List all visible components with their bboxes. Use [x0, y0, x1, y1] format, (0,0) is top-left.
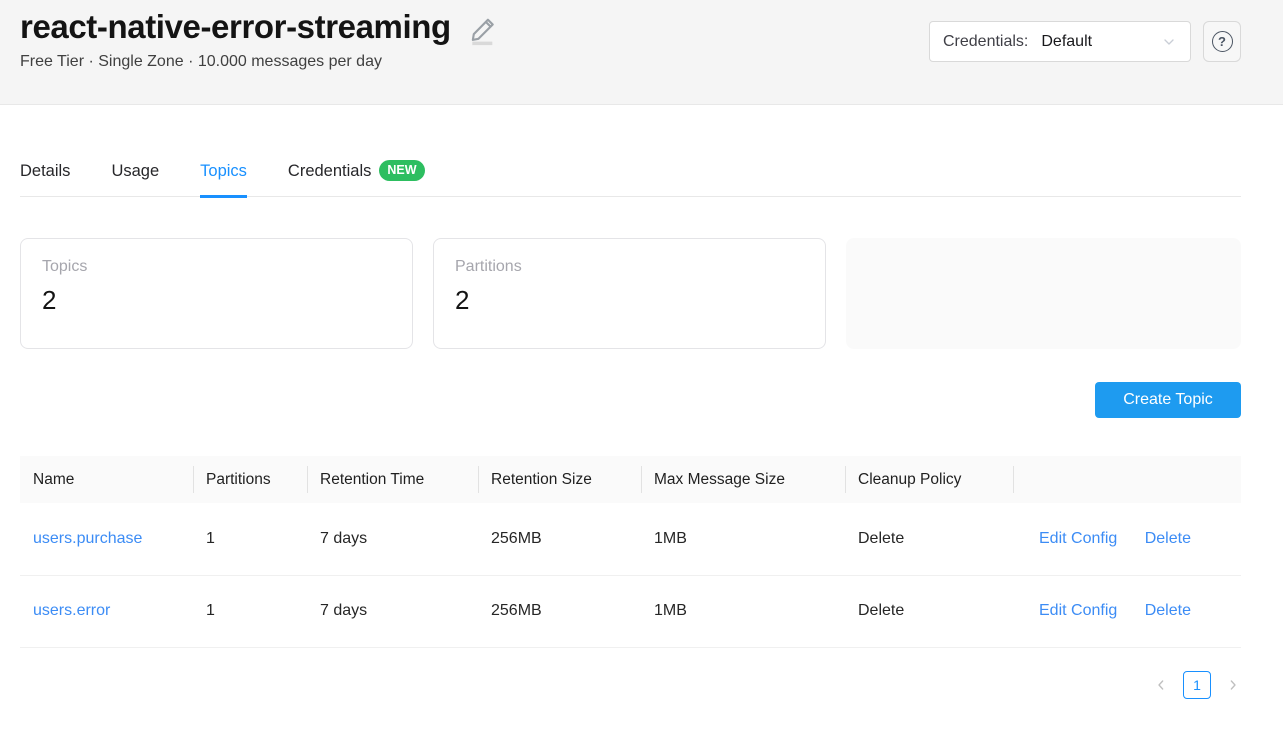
topic-name-link[interactable]: users.error: [33, 602, 110, 619]
cluster-subtitle: Free Tier · Single Zone · 10.000 message…: [20, 53, 499, 71]
table-row-users-error: users.error 1 7 days 256MB 1MB Delete Ed…: [20, 575, 1241, 647]
cell-partitions: 1: [193, 575, 307, 647]
topics-table-header: Name Partitions Retention Time Retention…: [20, 456, 1241, 503]
cell-partitions: 1: [193, 503, 307, 575]
cell-retention-time: 7 days: [307, 503, 478, 575]
stat-card-partitions: Partitions 2: [433, 238, 826, 349]
stat-partitions-value: 2: [455, 285, 804, 316]
tab-details-label: Details: [20, 162, 70, 181]
prev-page-icon[interactable]: [1153, 677, 1169, 693]
chevron-down-icon: [1161, 34, 1177, 50]
cell-cleanup-policy: Delete: [845, 575, 1013, 647]
cluster-header-right: Credentials: Default ?: [929, 21, 1241, 62]
main-content: Details Usage Topics Credentials NEW Top…: [0, 162, 1283, 699]
tab-details[interactable]: Details: [20, 162, 70, 198]
help-button[interactable]: ?: [1203, 21, 1241, 62]
cell-cleanup-policy: Delete: [845, 503, 1013, 575]
cell-retention-size: 256MB: [478, 575, 641, 647]
actions-row: Create Topic: [20, 382, 1241, 418]
tab-usage-label: Usage: [111, 162, 159, 181]
cell-retention-size: 256MB: [478, 503, 641, 575]
cluster-header-left: react-native-error-streaming Free Tier ·…: [20, 8, 499, 71]
next-page-icon[interactable]: [1225, 677, 1241, 693]
tab-topics[interactable]: Topics: [200, 162, 247, 198]
stat-card-topics: Topics 2: [20, 238, 413, 349]
column-header-max-message-size: Max Message Size: [641, 456, 845, 503]
cell-max-message-size: 1MB: [641, 575, 845, 647]
tab-credentials-label: Credentials: [288, 162, 371, 181]
delete-topic-link[interactable]: Delete: [1145, 602, 1191, 619]
tab-bar: Details Usage Topics Credentials NEW: [20, 162, 1241, 197]
column-header-actions: [1013, 456, 1241, 503]
column-header-retention-size: Retention Size: [478, 456, 641, 503]
column-header-partitions: Partitions: [193, 456, 307, 503]
create-topic-button[interactable]: Create Topic: [1095, 382, 1241, 418]
credentials-dropdown[interactable]: Credentials: Default: [929, 21, 1191, 62]
stat-topics-label: Topics: [42, 258, 391, 276]
stats-row: Topics 2 Partitions 2: [20, 238, 1241, 349]
cell-retention-time: 7 days: [307, 575, 478, 647]
column-header-name: Name: [20, 456, 193, 503]
credentials-dropdown-value: Default: [1041, 33, 1092, 51]
tab-credentials[interactable]: Credentials NEW: [288, 162, 425, 198]
edit-config-link[interactable]: Edit Config: [1039, 530, 1117, 547]
edit-config-link[interactable]: Edit Config: [1039, 602, 1117, 619]
page-title: react-native-error-streaming: [20, 8, 451, 46]
topics-table: Name Partitions Retention Time Retention…: [20, 456, 1241, 648]
cell-max-message-size: 1MB: [641, 503, 845, 575]
column-header-retention-time: Retention Time: [307, 456, 478, 503]
question-mark-icon: ?: [1212, 31, 1233, 52]
tab-topics-label: Topics: [200, 162, 247, 181]
stat-partitions-label: Partitions: [455, 258, 804, 276]
column-header-cleanup-policy: Cleanup Policy: [845, 456, 1013, 503]
topic-name-link[interactable]: users.purchase: [33, 530, 142, 547]
pagination: 1: [20, 671, 1241, 699]
edit-title-pencil-icon[interactable]: [467, 14, 499, 46]
delete-topic-link[interactable]: Delete: [1145, 530, 1191, 547]
stat-card-empty: [846, 238, 1241, 349]
table-row-users-purchase: users.purchase 1 7 days 256MB 1MB Delete…: [20, 503, 1241, 575]
current-page[interactable]: 1: [1183, 671, 1211, 699]
credentials-dropdown-label: Credentials:: [943, 33, 1028, 51]
new-badge: NEW: [379, 160, 424, 181]
cluster-header: react-native-error-streaming Free Tier ·…: [0, 0, 1283, 105]
stat-topics-value: 2: [42, 285, 391, 316]
tab-usage[interactable]: Usage: [111, 162, 159, 198]
